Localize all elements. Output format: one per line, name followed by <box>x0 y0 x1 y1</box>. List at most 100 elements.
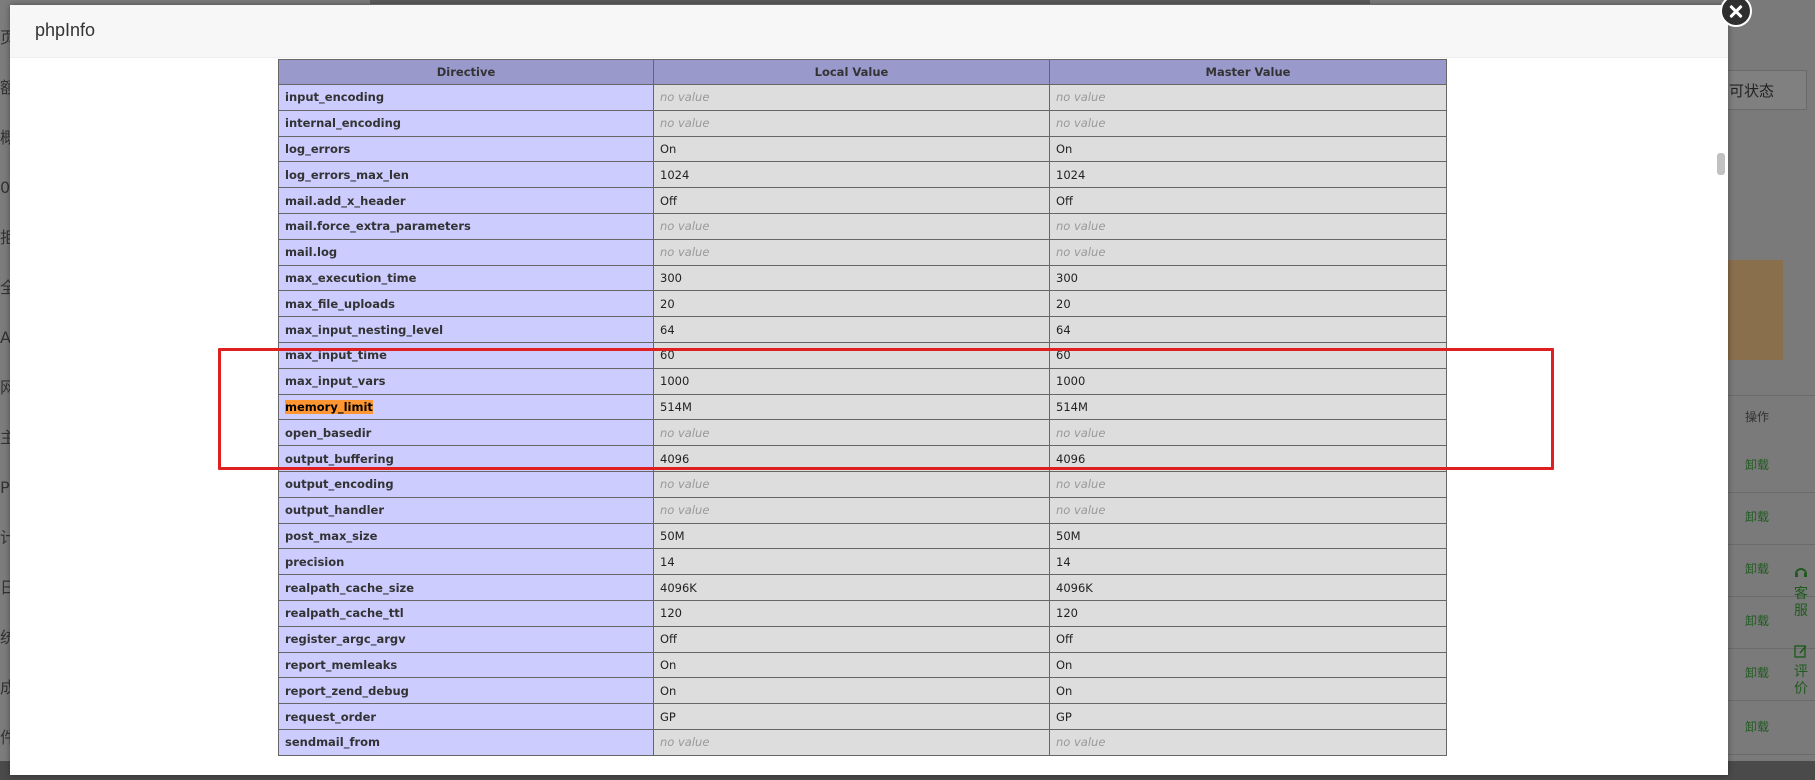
table-row: post_max_size 50M 50M <box>278 522 1447 550</box>
background-unload-link: 卸载 <box>1745 458 1770 472</box>
background-unload-link: 卸载 <box>1745 510 1770 524</box>
modal-scrollbar[interactable] <box>1715 58 1727 778</box>
table-row: report_zend_debug On On <box>278 677 1447 705</box>
review-label: 评价 <box>1794 664 1808 697</box>
table-row: mail.force_extra_parameters no value no va… <box>278 212 1447 240</box>
master-value-cell: 300 <box>1049 264 1447 292</box>
local-value-cell: 1024 <box>653 161 1050 189</box>
background-divider <box>1728 492 1815 493</box>
background-unload-link: 卸载 <box>1745 562 1770 576</box>
directive-cell: precision <box>278 548 654 576</box>
directive-cell: max_input_nesting_level <box>278 316 654 343</box>
background-ops-header: 操作 <box>1745 410 1770 424</box>
background-divider <box>1728 544 1815 545</box>
directive-cell: report_zend_debug <box>278 677 654 705</box>
directive-cell: input_encoding <box>278 84 654 111</box>
directive-cell: realpath_cache_size <box>278 574 654 601</box>
modal-header: phpInfo <box>10 5 1728 58</box>
directive-cell: max_file_uploads <box>278 290 654 318</box>
master-value-cell: 120 <box>1049 599 1447 627</box>
table-row: max_file_uploads 20 20 <box>278 290 1447 318</box>
master-value-cell: no value <box>1049 238 1447 266</box>
local-value-cell: 4096K <box>653 574 1050 601</box>
scrollbar-thumb[interactable] <box>1717 153 1725 175</box>
master-value-cell: no value <box>1049 84 1447 111</box>
master-value-cell: 14 <box>1049 548 1447 576</box>
directive-cell: post_max_size <box>278 522 654 550</box>
local-value-cell: GP <box>653 703 1050 730</box>
local-value-cell: 120 <box>653 599 1050 627</box>
local-value-cell: no value <box>653 496 1050 524</box>
master-value-cell: GP <box>1049 703 1447 730</box>
table-row: sendmail_from no value no value <box>278 728 1447 756</box>
master-value-cell: On <box>1049 651 1447 679</box>
directive-cell: request_order <box>278 703 654 730</box>
background-orange-card <box>1728 260 1783 360</box>
directive-cell: mail.log <box>278 238 654 266</box>
directive-cell: mail.add_x_header <box>278 187 654 214</box>
background-topbar <box>370 0 1370 4</box>
master-value-cell: no value <box>1049 212 1447 240</box>
table-row: input_encoding no value no value <box>278 84 1447 111</box>
headset-icon <box>1795 568 1807 577</box>
table-row: realpath_cache_ttl 120 120 <box>278 599 1447 627</box>
table-row: log_errors_max_len 1024 1024 <box>278 161 1447 189</box>
table-row: mail.log no value no value <box>278 238 1447 266</box>
edit-icon <box>1794 645 1807 658</box>
local-value-cell: no value <box>653 212 1050 240</box>
master-value-cell: On <box>1049 677 1447 705</box>
background-side-widget: 客服 评价 <box>1787 560 1815 730</box>
master-value-cell: On <box>1049 135 1447 163</box>
background-unload-link: 卸载 <box>1745 666 1770 680</box>
table-row: max_input_nesting_level 64 64 <box>278 316 1447 343</box>
table-row: realpath_cache_size 4096K 4096K <box>278 574 1447 601</box>
service-label: 客服 <box>1794 586 1808 619</box>
master-value-cell: no value <box>1049 496 1447 524</box>
table-header-row: Directive Local Value Master Value <box>278 59 1447 85</box>
master-value-cell: 64 <box>1049 316 1447 343</box>
local-value-cell: no value <box>653 109 1050 137</box>
directive-cell: sendmail_from <box>278 728 654 756</box>
local-value-cell: 64 <box>653 316 1050 343</box>
column-header-local-value: Local Value <box>653 59 1050 85</box>
directive-cell: realpath_cache_ttl <box>278 599 654 627</box>
master-value-cell: 20 <box>1049 290 1447 318</box>
local-value-cell: 14 <box>653 548 1050 576</box>
column-header-master-value: Master Value <box>1049 59 1447 85</box>
table-row: report_memleaks On On <box>278 651 1447 679</box>
directive-cell: log_errors <box>278 135 654 163</box>
local-value-cell: no value <box>653 84 1050 111</box>
directive-cell: report_memleaks <box>278 651 654 679</box>
directive-cell: internal_encoding <box>278 109 654 137</box>
table-row: mail.add_x_header Off Off <box>278 187 1447 214</box>
table-row: register_argc_argv Off Off <box>278 625 1447 653</box>
background-divider <box>1728 754 1815 755</box>
directive-cell: max_execution_time <box>278 264 654 292</box>
master-value-cell: no value <box>1049 109 1447 137</box>
local-value-cell: no value <box>653 728 1050 756</box>
table-row: internal_encoding no value no value <box>278 109 1447 137</box>
directive-cell: register_argc_argv <box>278 625 654 653</box>
directive-cell: mail.force_extra_parameters <box>278 212 654 240</box>
table-row: request_order GP GP <box>278 703 1447 730</box>
local-value-cell: 20 <box>653 290 1050 318</box>
background-unload-link: 卸载 <box>1745 614 1770 628</box>
table-row: output_encoding no value no value <box>278 470 1447 498</box>
background-divider <box>1728 395 1815 396</box>
local-value-cell: no value <box>653 238 1050 266</box>
local-value-cell: On <box>653 135 1050 163</box>
directive-cell: output_handler <box>278 496 654 524</box>
master-value-cell: 4096K <box>1049 574 1447 601</box>
local-value-cell: no value <box>653 470 1050 498</box>
local-value-cell: Off <box>653 625 1050 653</box>
directive-cell: log_errors_max_len <box>278 161 654 189</box>
master-value-cell: no value <box>1049 470 1447 498</box>
table-row: max_execution_time 300 300 <box>278 264 1447 292</box>
annotation-highlight-box <box>218 348 1554 470</box>
background-unload-link: 卸载 <box>1745 720 1770 734</box>
master-value-cell: Off <box>1049 625 1447 653</box>
master-value-cell: 1024 <box>1049 161 1447 189</box>
table-row: precision 14 14 <box>278 548 1447 576</box>
modal-title: phpInfo <box>35 20 96 40</box>
master-value-cell: 50M <box>1049 522 1447 550</box>
